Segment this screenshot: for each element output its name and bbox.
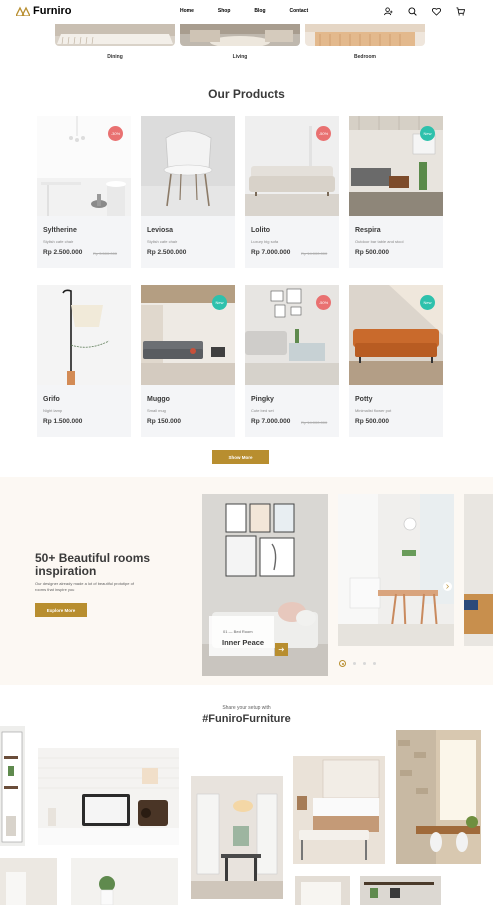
- header-actions: [383, 6, 465, 16]
- discount-badge: -30%: [108, 126, 123, 141]
- range-label-living[interactable]: Living: [180, 54, 300, 60]
- arrow-right-icon: [278, 647, 285, 652]
- product-name: Muggo: [147, 396, 170, 403]
- product-desc: Outdoor bar table and stool: [355, 239, 404, 244]
- slide-meta: 01 — Bed Room: [223, 629, 253, 634]
- gallery-image[interactable]: [191, 776, 283, 899]
- product-desc: Stylish cafe chair: [43, 239, 74, 244]
- nav-home[interactable]: Home: [180, 8, 194, 14]
- carousel-dot[interactable]: [363, 662, 366, 665]
- slide-image-tertiary[interactable]: [464, 494, 493, 646]
- range-bedroom-image[interactable]: [305, 22, 425, 46]
- main-nav: Home Shop Blog Contact: [180, 8, 308, 14]
- products-title: Our Products: [208, 87, 285, 101]
- slide-title: Inner Peace: [222, 638, 265, 647]
- setup-caption: Share your setup with: [222, 705, 271, 711]
- product-card[interactable]: Grifo Night lamp Rp 1.500.000: [37, 285, 131, 437]
- product-name: Leviosa: [147, 227, 174, 234]
- slide-caption-card: 01 — Bed Room Inner Peace: [209, 616, 274, 656]
- inspiration-section: 50+ Beautiful rooms inspiration Our desi…: [0, 477, 493, 685]
- product-card[interactable]: New Potty Minimalist flower pot Rp 500.0…: [349, 285, 443, 437]
- product-name: Respira: [355, 227, 381, 234]
- product-price: Rp 1.500.000: [43, 418, 83, 425]
- new-badge: New: [420, 126, 435, 141]
- range-label-dining[interactable]: Dining: [55, 54, 175, 60]
- carousel-dot[interactable]: [353, 662, 356, 665]
- user-icon[interactable]: [383, 6, 393, 16]
- range-label-bedroom[interactable]: Bedroom: [305, 54, 425, 60]
- carousel-dot[interactable]: [339, 660, 346, 667]
- product-card[interactable]: -30% Syltherine Stylish cafe chair Rp 2.…: [37, 116, 131, 268]
- inspiration-text: Our designer already made a lot of beaut…: [35, 581, 134, 592]
- product-old-price: Rp 3.500.000: [93, 251, 118, 256]
- discount-badge: -50%: [316, 126, 331, 141]
- gallery-image[interactable]: [293, 756, 385, 864]
- gallery-image[interactable]: [0, 858, 57, 905]
- product-name: Syltherine: [43, 227, 77, 234]
- slide-image-secondary[interactable]: [338, 494, 454, 646]
- explore-more-button[interactable]: Explore More: [35, 603, 87, 617]
- carousel-arrow-button[interactable]: [443, 582, 452, 591]
- product-desc: Cute bed set: [251, 408, 274, 413]
- gallery-image[interactable]: [360, 876, 441, 905]
- product-desc: Small mug: [147, 408, 166, 413]
- product-price: Rp 500.000: [355, 418, 389, 425]
- gallery-image[interactable]: [38, 748, 179, 845]
- new-badge: New: [212, 295, 227, 310]
- brand-logo[interactable]: Furniro: [16, 5, 72, 17]
- product-old-price: Rp 14.000.000: [301, 420, 328, 425]
- range-living-image[interactable]: [180, 22, 300, 46]
- site-header: Furniro Home Shop Blog Contact: [0, 0, 493, 24]
- slide-next-button[interactable]: [275, 643, 288, 656]
- product-desc: Luxury big sofa: [251, 239, 279, 244]
- discount-badge: -50%: [316, 295, 331, 310]
- brand-name: Furniro: [33, 5, 72, 17]
- inspiration-title: 50+ Beautiful rooms inspiration: [35, 551, 151, 578]
- product-image: [141, 116, 235, 216]
- product-price: Rp 7.000.000: [251, 249, 291, 256]
- gallery-image[interactable]: [71, 858, 178, 905]
- product-desc: Stylish cafe chair: [147, 239, 178, 244]
- cart-icon[interactable]: [455, 6, 465, 16]
- product-card[interactable]: Leviosa Stylish cafe chair Rp 2.500.000: [141, 116, 235, 268]
- nav-shop[interactable]: Shop: [218, 8, 231, 14]
- search-icon[interactable]: [407, 6, 417, 16]
- range-dining-image[interactable]: [55, 22, 175, 46]
- carousel-dots: [339, 660, 376, 667]
- gallery-image[interactable]: [396, 730, 481, 864]
- chevron-right-icon: [446, 584, 449, 589]
- show-more-button[interactable]: Show More: [212, 450, 269, 464]
- heart-icon[interactable]: [431, 6, 441, 16]
- product-card[interactable]: New Respira Outdoor bar table and stool …: [349, 116, 443, 268]
- nav-contact[interactable]: Contact: [290, 8, 309, 14]
- product-price: Rp 7.000.000: [251, 418, 291, 425]
- carousel-dot[interactable]: [373, 662, 376, 665]
- product-old-price: Rp 14.000.000: [301, 251, 328, 256]
- product-price: Rp 500.000: [355, 249, 389, 256]
- product-desc: Night lamp: [43, 408, 63, 413]
- gallery-image[interactable]: [0, 726, 25, 846]
- product-card[interactable]: New Muggo Small mug Rp 150.000: [141, 285, 235, 437]
- logo-icon: [16, 6, 30, 16]
- product-name: Lolito: [251, 227, 271, 234]
- nav-blog[interactable]: Blog: [254, 8, 265, 14]
- gallery-image[interactable]: [295, 876, 350, 905]
- new-badge: New: [420, 295, 435, 310]
- product-card[interactable]: -50% Lolito Luxury big sofa Rp 7.000.000…: [245, 116, 339, 268]
- product-desc: Minimalist flower pot: [355, 408, 392, 413]
- product-card[interactable]: -50% Pingky Cute bed set Rp 7.000.000 Rp…: [245, 285, 339, 437]
- product-name: Potty: [355, 396, 373, 403]
- product-price: Rp 150.000: [147, 418, 181, 425]
- product-name: Pingky: [251, 396, 274, 403]
- product-price: Rp 2.500.000: [43, 249, 83, 256]
- product-name: Grifo: [43, 396, 60, 403]
- product-price: Rp 2.500.000: [147, 249, 187, 256]
- product-image: [37, 285, 131, 385]
- setup-hashtag: #FuniroFurniture: [202, 713, 291, 725]
